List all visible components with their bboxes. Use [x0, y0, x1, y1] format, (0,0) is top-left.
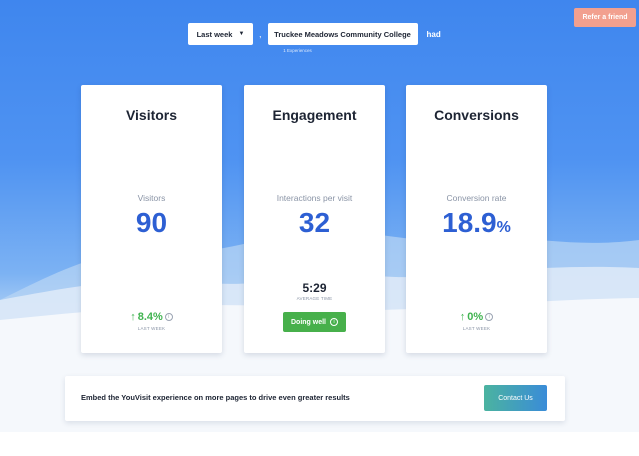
metric-number: 18.9 [442, 207, 497, 238]
embed-text: Embed the YouVisit experience on more pa… [81, 393, 350, 402]
period-select-value: Last week [196, 29, 233, 39]
change-value: 0% [467, 311, 484, 323]
up-arrow-icon: ↑ [459, 311, 466, 323]
metric-value: 90 [135, 207, 168, 238]
chevron-down-icon: ▼ [238, 31, 245, 37]
metric-label: Conversion rate [446, 193, 507, 203]
header-sentence: Last week ▼ , Truckee Meadows Community … [188, 23, 441, 45]
embed-banner: Embed the YouVisit experience on more pa… [65, 376, 565, 421]
doing-well-badge[interactable]: Doing well i [283, 312, 346, 332]
metric-value: 18.9% [406, 207, 547, 239]
info-icon: i [330, 318, 338, 326]
card-title: Engagement [272, 107, 357, 123]
average-time-label: AVERAGE TIME [296, 296, 333, 301]
card-title: Visitors [125, 107, 178, 123]
change-indicator: ↑ 0% i [406, 311, 547, 323]
info-icon[interactable]: i [164, 313, 173, 321]
contact-us-button[interactable]: Contact Us [484, 385, 547, 411]
info-icon[interactable]: i [485, 313, 494, 321]
header-had-text: had [426, 29, 441, 39]
metric-label: Visitors [137, 193, 166, 203]
status-label: Doing well [291, 318, 326, 326]
college-select[interactable]: Truckee Meadows Community College [267, 23, 418, 45]
average-time-value: 5:29 [302, 281, 327, 295]
metric-value: 32 [298, 207, 331, 238]
bottom-strip [0, 432, 639, 456]
change-period: LAST WEEK [137, 326, 166, 331]
metric-unit: % [496, 219, 511, 236]
change-period: LAST WEEK [462, 326, 491, 331]
change-indicator: ↑ 8.4% i [81, 311, 222, 323]
engagement-card: Engagement Interactions per visit 32 5:2… [244, 85, 385, 353]
card-title: Conversions [434, 107, 519, 123]
change-value: 8.4% [137, 311, 163, 323]
header-comma: , [259, 29, 262, 39]
refer-a-friend-button[interactable]: Refer a friend [574, 8, 636, 27]
experiences-count: 1 Experiences [283, 48, 312, 53]
college-name: Truckee Meadows Community College [274, 29, 411, 39]
visitors-card: Visitors Visitors 90 ↑ 8.4% i LAST WEEK [81, 85, 222, 353]
conversions-card: Conversions Conversion rate 18.9% ↑ 0% i… [406, 85, 547, 353]
metric-label: Interactions per visit [276, 193, 353, 203]
period-select[interactable]: Last week ▼ [188, 23, 253, 45]
up-arrow-icon: ↑ [130, 311, 136, 323]
